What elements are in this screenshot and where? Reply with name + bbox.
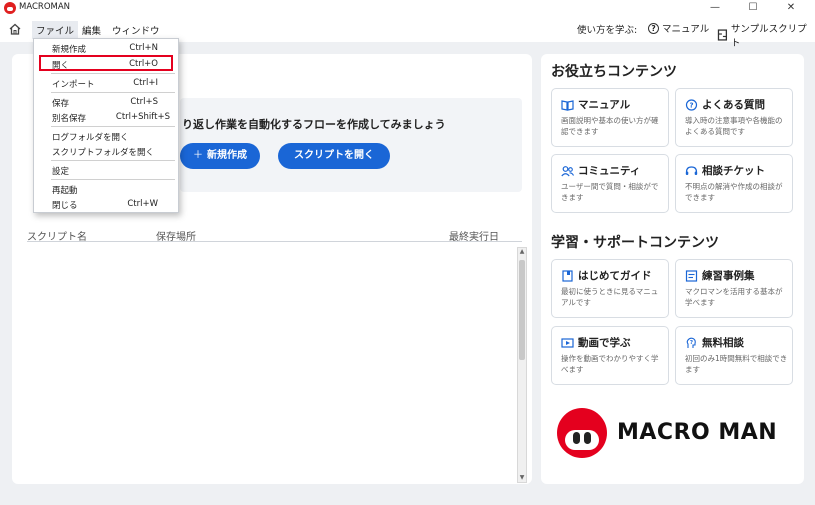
menu-separator [51,160,175,161]
menu-item-new[interactable]: 新規作成 Ctrl+N [34,41,178,55]
menu-item-open-script-folder[interactable]: スクリプトフォルダを開く [34,144,178,158]
menu-item-import[interactable]: インポート Ctrl+I [34,76,178,90]
manual-link-label: マニュアル [662,24,710,35]
menu-separator [51,73,175,74]
list-icon [685,269,698,282]
card-video[interactable]: 動画で学ぶ 操作を動画でわかりやすく学べます [551,326,669,385]
file-menu-dropdown: 新規作成 Ctrl+N 開く Ctrl+O インポート Ctrl+I 保存 Ctrl+S… [33,38,179,213]
new-script-button[interactable]: ＋ 新規作成 [180,143,260,169]
book-icon [561,99,574,111]
menu-item-save-as[interactable]: 別名保存 Ctrl+Shift+S [34,110,178,124]
card-desc: 初回のみ1時間無料で相談できます [685,354,788,374]
card-title: よくある質問 [702,99,765,111]
video-icon [561,337,574,348]
card-title: はじめてガイド [578,270,652,282]
svg-text:?: ? [690,340,693,346]
home-icon[interactable] [8,22,22,36]
card-desc: 不明点の解消や作成の相談ができます [685,182,783,202]
sample-script-label: サンプルスクリプト [730,24,807,49]
title-bar: MACROMAN — ☐ ✕ [0,0,815,16]
column-last-run[interactable]: 最終実行日 [449,228,499,243]
chat-icon [685,165,698,175]
card-desc: 最初に使うときに見るマニュアルです [561,287,659,307]
learning-contents-title: 学習・サポートコンテンツ [551,235,719,251]
script-icon [717,29,728,41]
menu-item-restart[interactable]: 再起動 [34,182,178,196]
question-icon: ? [685,98,698,111]
svg-text:?: ? [689,101,693,109]
column-location[interactable]: 保存場所 [156,228,196,243]
card-title: 相談チケット [702,165,765,177]
minimize-button[interactable]: — [700,0,730,16]
column-script-name[interactable]: スクリプト名 [27,228,87,243]
card-desc: 操作を動画でわかりやすく学べます [561,354,659,374]
menu-item-close[interactable]: 閉じる Ctrl+W [34,197,178,211]
table-scrollbar[interactable]: ▲ ▼ [517,247,527,483]
menu-item-save[interactable]: 保存 Ctrl+S [34,95,178,109]
menu-item-open-log-folder[interactable]: ログフォルダを開く [34,129,178,143]
menu-separator [51,126,175,127]
app-logo-icon [4,2,16,14]
script-table-header: スクリプト名 保存場所 最終実行日 [27,228,522,243]
menu-edit[interactable]: 編集 [82,23,101,37]
script-table-body [27,246,527,484]
card-title: 練習事例集 [702,270,755,282]
help-circle-icon: ? [648,22,659,34]
card-desc: 画面説明や基本の使い方が確認できます [561,116,659,136]
intro-text: り返し作業を自動化するフローを作成してみましょう [182,118,446,131]
close-button[interactable]: ✕ [776,0,806,16]
card-desc: マクロマンを活用する基本が学べます [685,287,783,307]
card-title: マニュアル [578,99,631,111]
macroman-mascot-icon [557,408,607,458]
card-title: 動画で学ぶ [578,337,631,349]
app-title: MACROMAN [19,2,71,12]
new-script-label: 新規作成 [207,150,247,161]
maximize-button[interactable]: ☐ [738,0,768,16]
card-community[interactable]: コミュニティ ユーザー間で質問・相談ができます [551,154,669,213]
sidebar-panel: お役立ちコンテンツ マニュアル 画面説明や基本の使い方が確認できます ? よくあ… [541,54,804,484]
manual-link[interactable]: ? マニュアル [648,21,709,35]
card-consult[interactable]: ? 無料相談 初回のみ1時間無料で相談できます [675,326,793,385]
macroman-brand: MACRO MAN [557,408,797,458]
card-examples[interactable]: 練習事例集 マクロマンを活用する基本が学べます [675,259,793,318]
menu-separator [51,179,175,180]
card-guide[interactable]: はじめてガイド 最初に使うときに見るマニュアルです [551,259,669,318]
card-ticket[interactable]: 相談チケット 不明点の解消や作成の相談ができます [675,154,793,213]
menu-separator [51,92,175,93]
card-faq[interactable]: ? よくある質問 導入時の注意事項や各機能のよくある質問です [675,88,793,147]
scroll-thumb[interactable] [519,260,525,360]
card-title: 無料相談 [702,337,744,349]
open-script-button[interactable]: スクリプトを開く [278,143,390,169]
card-title: コミュニティ [578,165,641,177]
card-manual[interactable]: マニュアル 画面説明や基本の使い方が確認できます [551,88,669,147]
plus-icon: ＋ [193,150,203,161]
scroll-down-icon[interactable]: ▼ [518,474,526,482]
open-item-highlight [39,55,173,71]
menu-item-settings[interactable]: 設定 [34,163,178,177]
users-icon [561,165,574,176]
useful-contents-title: お役立ちコンテンツ [551,64,677,80]
scroll-up-icon[interactable]: ▲ [518,248,526,256]
help-label: 使い方を学ぶ: [577,25,638,36]
card-desc: ユーザー間で質問・相談ができます [561,182,659,202]
guide-icon [562,269,573,282]
card-desc: 導入時の注意事項や各機能のよくある質問です [685,116,783,136]
sample-script-link[interactable]: サンプルスクリプト [717,21,815,49]
menu-window[interactable]: ウィンドウ [112,23,160,37]
brand-name: MACRO MAN [617,420,778,445]
menu-file[interactable]: ファイル [32,21,79,39]
consult-icon: ? [686,337,696,348]
